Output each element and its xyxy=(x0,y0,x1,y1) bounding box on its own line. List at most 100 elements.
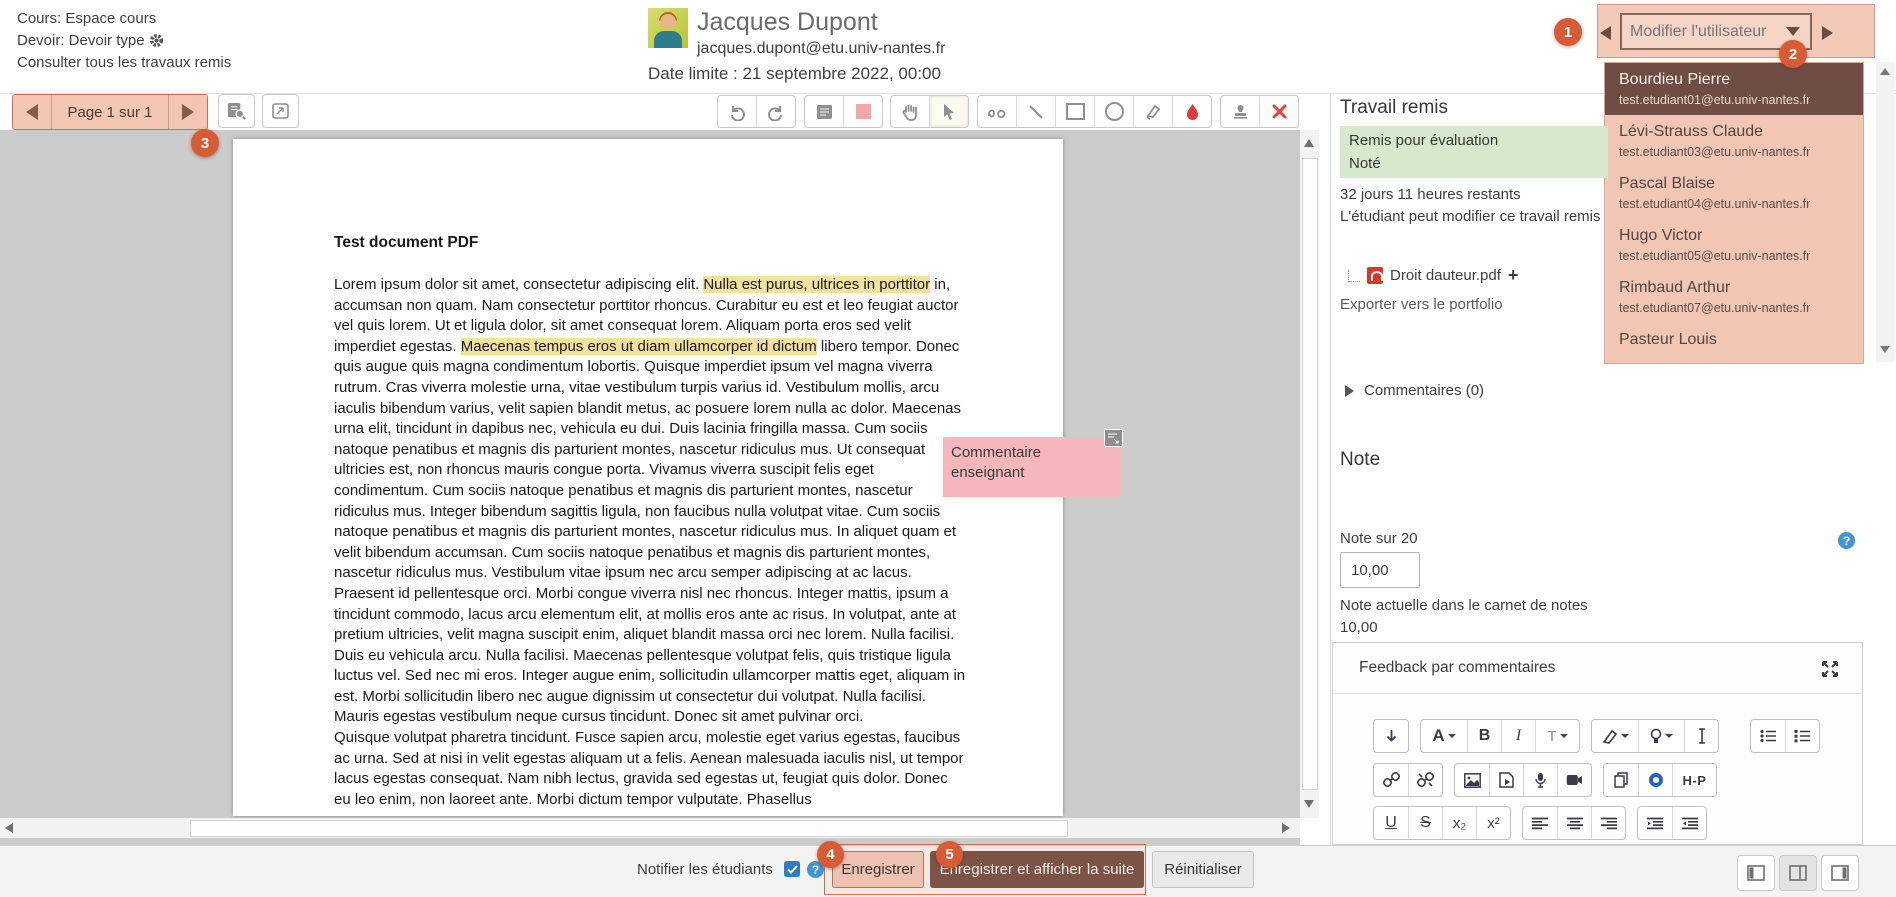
strikethrough-button[interactable]: S xyxy=(1408,807,1442,839)
notify-students-checkbox[interactable] xyxy=(784,861,800,877)
undo-button[interactable] xyxy=(718,96,756,127)
copy-doc-icon xyxy=(1614,772,1629,788)
recordrtc-button[interactable] xyxy=(1638,764,1672,796)
microphone-icon xyxy=(1535,772,1546,788)
stamp-icon xyxy=(1232,103,1249,120)
record-audio-button[interactable] xyxy=(1523,764,1557,796)
step-badge-5: 5 xyxy=(936,841,963,868)
grade-help-icon[interactable]: ? xyxy=(1838,532,1855,549)
underline-button[interactable]: U xyxy=(1374,807,1408,839)
h5p-button[interactable]: H-P xyxy=(1672,764,1716,796)
subscript-button[interactable]: x₂ xyxy=(1442,807,1476,839)
scroll-up-icon[interactable] xyxy=(1304,139,1314,147)
outdent-button[interactable] xyxy=(1638,807,1672,839)
annotation-color-button[interactable] xyxy=(1172,96,1211,127)
save-button[interactable]: Enregistrer xyxy=(832,851,924,888)
unlink-button[interactable] xyxy=(1408,764,1442,796)
clear-format-button[interactable] xyxy=(1684,720,1718,752)
link-button[interactable] xyxy=(1374,764,1408,796)
user-option[interactable]: Lévi-Strauss Claudetest.etudiant03@etu.u… xyxy=(1605,115,1863,167)
highlight-color-button[interactable] xyxy=(1638,720,1684,752)
view-all-submissions-link[interactable]: Consulter tous les travaux remis xyxy=(17,54,231,71)
expand-icon xyxy=(272,103,289,119)
select-tool-button[interactable] xyxy=(929,96,968,127)
numbered-list-button[interactable] xyxy=(1785,720,1819,752)
paragraph-style-button[interactable]: A xyxy=(1421,720,1467,752)
manage-files-button[interactable] xyxy=(1604,764,1638,796)
reset-button[interactable]: Réinitialiser xyxy=(1152,851,1254,888)
previous-page-button[interactable] xyxy=(13,95,51,129)
collapse-toolbar-button[interactable] xyxy=(1374,720,1408,752)
draw-tools-group xyxy=(977,95,1212,128)
bold-button[interactable]: B xyxy=(1467,720,1501,752)
user-option[interactable]: Hugo Victortest.etudiant05@etu.univ-nant… xyxy=(1605,219,1863,271)
default-layout-button[interactable] xyxy=(1779,855,1817,891)
pdf-horizontal-scrollbar[interactable] xyxy=(0,818,1300,838)
previous-user-arrow[interactable] xyxy=(1600,26,1611,40)
media-doc-icon xyxy=(1499,772,1514,788)
user-option[interactable]: Rimbaud Arthurtest.etudiant07@etu.univ-n… xyxy=(1605,271,1863,323)
add-to-feedback-plus[interactable]: + xyxy=(1508,265,1519,286)
highlighter-tool-button[interactable] xyxy=(1133,96,1172,127)
align-right-button[interactable] xyxy=(1591,807,1625,839)
comment-tool-button[interactable] xyxy=(805,96,843,127)
circle-tool-button[interactable] xyxy=(1094,96,1133,127)
indent-icon xyxy=(1682,817,1698,830)
delete-annotation-button[interactable] xyxy=(1259,96,1298,127)
grade-input[interactable] xyxy=(1340,552,1420,588)
line-tool-button[interactable] xyxy=(1016,96,1055,127)
feedback-expand-icon[interactable] xyxy=(1822,661,1838,677)
text-color-button[interactable] xyxy=(1592,720,1638,752)
teacher-comment-annotation[interactable]: Commentaire enseignant xyxy=(943,437,1121,497)
rectangle-tool-button[interactable] xyxy=(1055,96,1094,127)
export-portfolio-link[interactable]: Exporter vers le portfolio xyxy=(1340,296,1503,313)
expand-view-button[interactable] xyxy=(262,94,299,128)
indent-button[interactable] xyxy=(1672,807,1706,839)
redo-button[interactable] xyxy=(756,96,795,127)
pdf-vertical-scrollbar[interactable] xyxy=(1300,130,1319,818)
step-badge-3: 3 xyxy=(191,129,219,157)
submission-file-link[interactable]: Droit dauteur.pdf xyxy=(1390,267,1501,284)
scroll-down-icon[interactable] xyxy=(1304,800,1314,808)
drag-hand-button[interactable] xyxy=(891,96,929,127)
italic-button[interactable]: I xyxy=(1501,720,1535,752)
next-user-arrow[interactable] xyxy=(1822,26,1833,40)
cursor-icon xyxy=(941,103,957,121)
course-link[interactable]: Cours: Espace cours xyxy=(17,10,156,27)
scrollbar-thumb[interactable] xyxy=(190,820,1068,837)
caret-down-icon xyxy=(1448,734,1456,742)
scroll-right-icon[interactable] xyxy=(1282,823,1290,833)
user-option[interactable]: Pascal Blaisetest.etudiant04@etu.univ-na… xyxy=(1605,167,1863,219)
align-center-button[interactable] xyxy=(1557,807,1591,839)
user-option[interactable]: Pasteur Louis xyxy=(1605,323,1863,364)
line-icon xyxy=(1028,104,1044,120)
checkmark-icon xyxy=(787,865,798,874)
align-left-button[interactable] xyxy=(1523,807,1557,839)
scroll-left-icon[interactable] xyxy=(5,823,13,833)
next-page-button[interactable] xyxy=(169,95,207,129)
insert-media-button[interactable] xyxy=(1489,764,1523,796)
settings-gear-icon[interactable] xyxy=(149,33,164,48)
user-option[interactable]: Bourdieu Pierretest.etudiant01@etu.univ-… xyxy=(1605,63,1863,115)
record-video-button[interactable] xyxy=(1557,764,1591,796)
comments-toggle[interactable]: Commentaires (0) xyxy=(1345,382,1484,399)
search-comments-button[interactable] xyxy=(218,94,255,128)
assignment-link[interactable]: Devoir: Devoir type xyxy=(17,32,145,49)
user-list-scrollbar[interactable] xyxy=(1876,62,1894,362)
insert-image-button[interactable] xyxy=(1455,764,1489,796)
font-size-button[interactable]: T xyxy=(1535,720,1579,752)
expand-grade-panel-button[interactable] xyxy=(1821,855,1859,891)
collapse-review-panel-button[interactable] xyxy=(1737,855,1775,891)
bullet-list-button[interactable] xyxy=(1751,720,1785,752)
comment-menu-icon[interactable] xyxy=(1104,429,1123,447)
comment-color-button[interactable] xyxy=(843,96,882,127)
scroll-down-icon[interactable] xyxy=(1880,346,1890,353)
superscript-button[interactable]: x² xyxy=(1476,807,1510,839)
stamp-tool-button[interactable] xyxy=(1221,96,1259,127)
scrollbar-thumb[interactable] xyxy=(1302,158,1318,790)
pdf-file-icon xyxy=(1367,267,1383,284)
scroll-up-icon[interactable] xyxy=(1880,68,1890,75)
user-dropdown-chevron-icon[interactable] xyxy=(1786,27,1800,36)
pen-tool-button[interactable] xyxy=(978,96,1016,127)
comment-icon xyxy=(816,104,833,120)
